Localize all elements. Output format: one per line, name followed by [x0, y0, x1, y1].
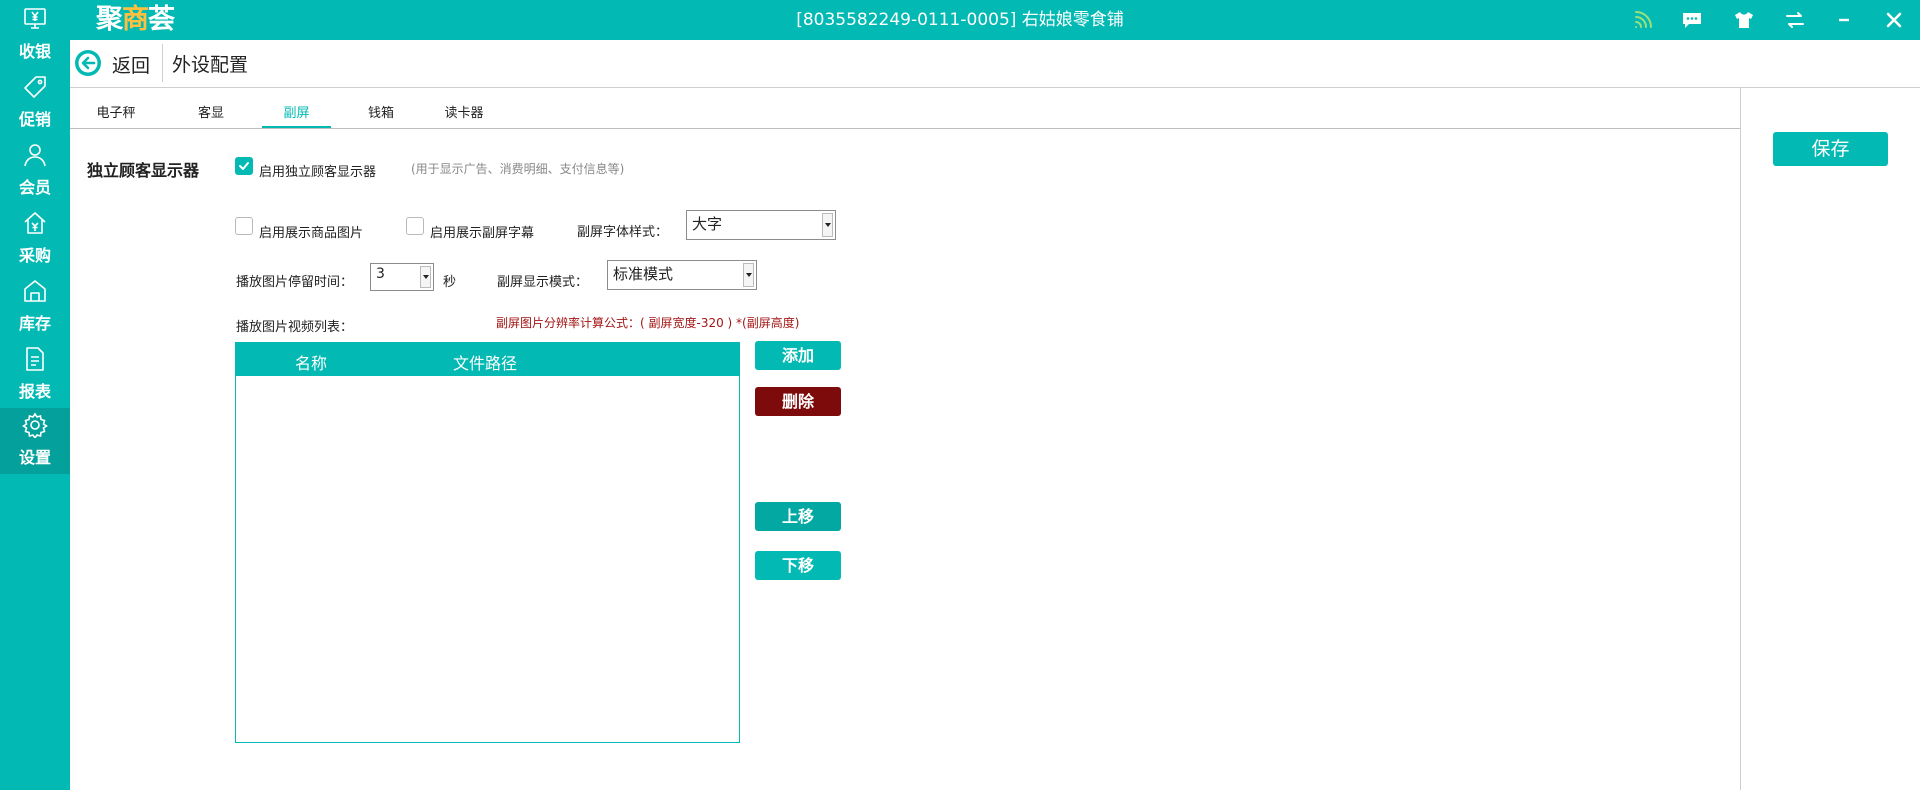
- minimize-icon[interactable]: [1832, 8, 1856, 32]
- delete-button[interactable]: 删除: [755, 387, 841, 416]
- sidebar: 收银 促销 会员 采购 库存 报表 设置: [0, 0, 70, 790]
- add-button[interactable]: 添加: [755, 341, 841, 370]
- move-down-button[interactable]: 下移: [755, 551, 841, 580]
- resolution-formula: 副屏图片分辨率计算公式：( 副屏宽度-320 ) *(副屏高度): [496, 316, 800, 330]
- sidebar-item-cashier[interactable]: 收银: [0, 2, 70, 68]
- sidebar-item-promotion[interactable]: 促销: [0, 70, 70, 136]
- sidebar-item-report[interactable]: 报表: [0, 342, 70, 408]
- header-divider: [162, 44, 163, 82]
- table-header: 名称 文件路径: [236, 343, 739, 376]
- show-product-image-label: 启用展示商品图片: [259, 226, 364, 241]
- switch-icon[interactable]: [1783, 8, 1807, 32]
- sidebar-item-purchase[interactable]: 采购: [0, 206, 70, 272]
- sidebar-item-inventory[interactable]: 库存: [0, 274, 70, 340]
- font-style-label: 副屏字体样式：: [577, 225, 669, 240]
- media-list-table[interactable]: 名称 文件路径: [235, 342, 740, 743]
- wifi-icon[interactable]: [1631, 8, 1655, 32]
- content-divider: [1740, 88, 1741, 790]
- title-bar: 聚商荟 [8035582249-0111-0005] 右姑娘零食铺: [0, 0, 1920, 40]
- show-subtitle-label: 启用展示副屏字幕: [430, 226, 535, 241]
- message-icon[interactable]: [1680, 8, 1704, 32]
- tag-icon: [24, 76, 46, 98]
- check-icon: [239, 162, 249, 170]
- dropdown-arrow-icon: [420, 266, 431, 288]
- enable-display-hint: (用于显示广告、消费明细、支付信息等): [411, 162, 625, 176]
- tab-cash-drawer[interactable]: 钱箱: [364, 102, 398, 126]
- save-button[interactable]: 保存: [1773, 132, 1888, 166]
- display-mode-label: 副屏显示模式：: [497, 275, 589, 290]
- tab-bar: 电子秤 客显 副屏 钱箱 读卡器: [70, 88, 1740, 129]
- tab-secondary-screen[interactable]: 副屏: [262, 102, 331, 128]
- close-icon[interactable]: [1882, 8, 1906, 32]
- back-arrow-icon: [75, 50, 101, 76]
- column-name: 名称: [295, 354, 328, 373]
- enable-display-checkbox[interactable]: [235, 157, 253, 175]
- dwell-time-unit: 秒: [443, 275, 457, 290]
- show-subtitle-checkbox[interactable]: [406, 217, 424, 235]
- tab-scale[interactable]: 电子秤: [94, 102, 138, 126]
- page-title: 外设配置: [172, 54, 249, 76]
- tab-customer-display[interactable]: 客显: [194, 102, 228, 126]
- cashier-icon: [24, 8, 46, 29]
- app-logo: 聚商荟: [96, 4, 175, 35]
- dwell-time-input[interactable]: 3: [370, 263, 434, 291]
- dropdown-arrow-icon: [822, 213, 833, 237]
- sidebar-item-settings[interactable]: 设置: [0, 408, 70, 474]
- dropdown-arrow-icon: [743, 263, 754, 287]
- media-list-label: 播放图片视频列表：: [236, 320, 354, 335]
- report-icon: [26, 347, 44, 371]
- column-file-path: 文件路径: [453, 354, 518, 373]
- section-title: 独立顾客显示器: [87, 161, 200, 180]
- move-up-button[interactable]: 上移: [755, 502, 841, 531]
- settings-icon: [22, 412, 48, 438]
- back-button[interactable]: 返回: [74, 47, 162, 79]
- font-style-select[interactable]: 大字: [686, 210, 836, 240]
- enable-display-label: 启用独立顾客显示器: [259, 165, 377, 180]
- sidebar-item-member[interactable]: 会员: [0, 138, 70, 204]
- purchase-icon: [24, 212, 46, 234]
- show-product-image-checkbox[interactable]: [235, 217, 253, 235]
- display-mode-select[interactable]: 标准模式: [607, 260, 757, 290]
- inventory-icon: [24, 280, 46, 302]
- tab-card-reader[interactable]: 读卡器: [442, 102, 486, 126]
- page-header: 返回 外设配置: [70, 40, 1920, 88]
- shirt-icon[interactable]: [1732, 8, 1756, 32]
- member-icon: [24, 144, 46, 167]
- dwell-time-label: 播放图片停留时间：: [236, 275, 354, 290]
